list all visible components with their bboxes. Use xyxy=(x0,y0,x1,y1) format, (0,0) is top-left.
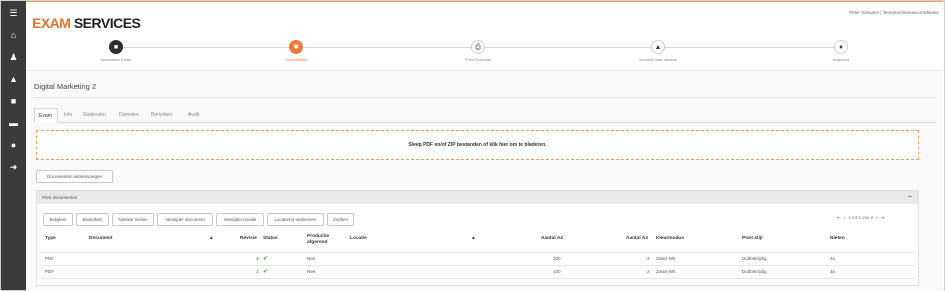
briefcase-icon[interactable]: ■ xyxy=(1,96,26,106)
col-status[interactable]: Status xyxy=(263,236,278,242)
tab-studenten[interactable]: Studenten xyxy=(79,108,110,123)
edit-button[interactable]: Bewerken xyxy=(76,213,109,226)
cell-aantal-a4: 100 xyxy=(553,256,561,261)
col-type[interactable]: Type xyxy=(45,236,56,242)
check-icon: ✔ xyxy=(263,269,269,275)
sort-asc-icon[interactable]: ▲ xyxy=(471,236,476,242)
step-aanmaken-exam[interactable]: ■ Aanmaken Exam xyxy=(76,40,156,62)
first-page-icon[interactable]: ⇤ xyxy=(837,215,841,220)
logo-part-exam: EXAM xyxy=(32,15,71,31)
col-print-stijl[interactable]: Print stijl xyxy=(742,236,763,242)
gear-icon: ✱ xyxy=(289,40,303,54)
step-verbeteblad[interactable]: ✱ Verbeteblad xyxy=(256,40,336,62)
logo-part-services: SERVICES xyxy=(73,15,141,31)
check-icon: ✔ xyxy=(263,256,269,262)
cell-kleurmodus: Zwart-Wit xyxy=(656,256,676,261)
logo: EXAM SERVICES xyxy=(32,15,141,31)
cell-aantal-a3: 2 xyxy=(647,256,650,261)
graduation-cap-icon: ♦ xyxy=(834,40,848,54)
step-verzoek-naar-afname[interactable]: ▲ Verzoek naar afname xyxy=(618,40,698,62)
printer-icon: ⎙ xyxy=(471,40,485,54)
col-productie-afgerond[interactable]: Productie afgerond xyxy=(307,234,337,246)
road-icon: ▲ xyxy=(651,40,665,54)
step-afgerond[interactable]: ♦ Afgerond xyxy=(801,40,881,62)
col-aantal-a3[interactable]: Aantal A3 xyxy=(626,236,648,242)
folder-icon[interactable]: ▬ xyxy=(1,118,26,128)
briefcase-icon: ■ xyxy=(109,40,123,54)
delete-document-button[interactable]: Verwijder document xyxy=(157,213,213,226)
next-page-icon[interactable]: » xyxy=(876,215,879,220)
cell-productie-afgerond: Nee xyxy=(307,269,316,274)
step-print-productie[interactable]: ⎙ Print Productie xyxy=(438,40,518,62)
new-revision-button[interactable]: Nieuwe revisie xyxy=(112,213,154,226)
divider xyxy=(34,97,936,98)
step-label: Verzoek naar afname xyxy=(638,57,678,62)
cell-productie-afgerond: Nee xyxy=(307,256,316,261)
tab-audit[interactable]: Audit xyxy=(184,108,203,123)
cell-revisie: 1 xyxy=(256,256,259,261)
collapse-icon[interactable]: − xyxy=(908,191,912,204)
cell-type: PDF xyxy=(45,269,54,274)
cell-aantal-a3: 2 xyxy=(647,269,650,274)
tab-exam[interactable]: Exam xyxy=(34,108,58,123)
step-label: Verbeteblad xyxy=(285,57,307,62)
prev-page-icon[interactable]: « xyxy=(843,215,846,220)
last-page-icon[interactable]: ⇥ xyxy=(881,215,885,220)
user-icon[interactable]: ● xyxy=(1,140,26,150)
user-graduate-icon[interactable]: ♟ xyxy=(1,52,26,62)
cell-print-stijl: Dubbelzijdig xyxy=(742,269,767,274)
cell-kleurmodus: Zwart-Wit xyxy=(656,269,676,274)
logout-icon[interactable]: ➜ xyxy=(1,162,26,172)
cell-type: PDF xyxy=(45,256,54,261)
col-revisie[interactable]: Revisie xyxy=(240,236,257,242)
panel-title: Print documenten xyxy=(42,195,78,200)
tab-berichten[interactable]: Berichten xyxy=(147,108,176,123)
view-button[interactable]: Bekijken xyxy=(43,213,73,226)
divider xyxy=(41,252,915,253)
cell-print-stijl: Dubbelzijdig xyxy=(742,256,767,261)
col-aantal-a4[interactable]: Aantal A4 xyxy=(541,236,563,242)
print-documents-panel: Print documenten − Bekijken Bewerken Nie… xyxy=(36,190,919,286)
menu-icon[interactable]: ☰ xyxy=(1,8,26,18)
tab-bar: Exam Info Studenten Diensten Berichten A… xyxy=(34,108,936,123)
sidebar: ☰ ⌂ ♟ ▲ ■ ▬ ● ➜ xyxy=(1,1,26,290)
user-name[interactable]: Peter Sampers | Tentamenbureaucoördinato… xyxy=(849,10,939,15)
pager: ⇤ « 1 tot 2 van 2 » ⇥ xyxy=(837,215,884,221)
file-dropzone[interactable]: Sleep PDF en/of ZIP bestanden of klik hi… xyxy=(36,130,919,160)
col-nieten[interactable]: Nieten xyxy=(830,236,845,242)
step-label: Afgerond xyxy=(832,57,850,62)
road-icon[interactable]: ▲ xyxy=(1,74,26,84)
tab-info[interactable]: Info xyxy=(60,108,76,123)
step-label: Aanmaken Exam xyxy=(100,57,132,62)
cell-nieten: Ja xyxy=(830,256,835,261)
step-label: Print Productie xyxy=(464,57,492,62)
pager-text: 1 tot 2 van 2 xyxy=(848,215,874,220)
page-title: Digital Marketing 2 xyxy=(34,82,97,91)
col-kleurmodus[interactable]: Kleurmodus xyxy=(656,236,684,242)
search-button[interactable]: Zoeken xyxy=(327,213,354,226)
merge-documents-button[interactable]: Documenten samenvoegen xyxy=(36,170,113,183)
divider xyxy=(41,265,915,266)
cell-nieten: Ja xyxy=(830,269,835,274)
divider xyxy=(41,278,915,279)
cell-aantal-a4: 100 xyxy=(553,269,561,274)
home-icon[interactable]: ⌂ xyxy=(1,30,26,40)
main-content: EXAM SERVICES Peter Sampers | Tentamenbu… xyxy=(26,1,943,291)
sort-asc-icon[interactable]: ▲ xyxy=(209,236,214,242)
assign-locations-button[interactable]: Locatie(s) toekennen xyxy=(267,213,324,226)
delete-location-button[interactable]: Verwijder locatie xyxy=(216,213,264,226)
col-document[interactable]: Document xyxy=(89,236,112,242)
col-locatie[interactable]: Locatie xyxy=(350,236,367,242)
cell-revisie: 1 xyxy=(256,269,259,274)
panel-header[interactable]: Print documenten − xyxy=(37,191,918,204)
tab-diensten[interactable]: Diensten xyxy=(115,108,143,123)
